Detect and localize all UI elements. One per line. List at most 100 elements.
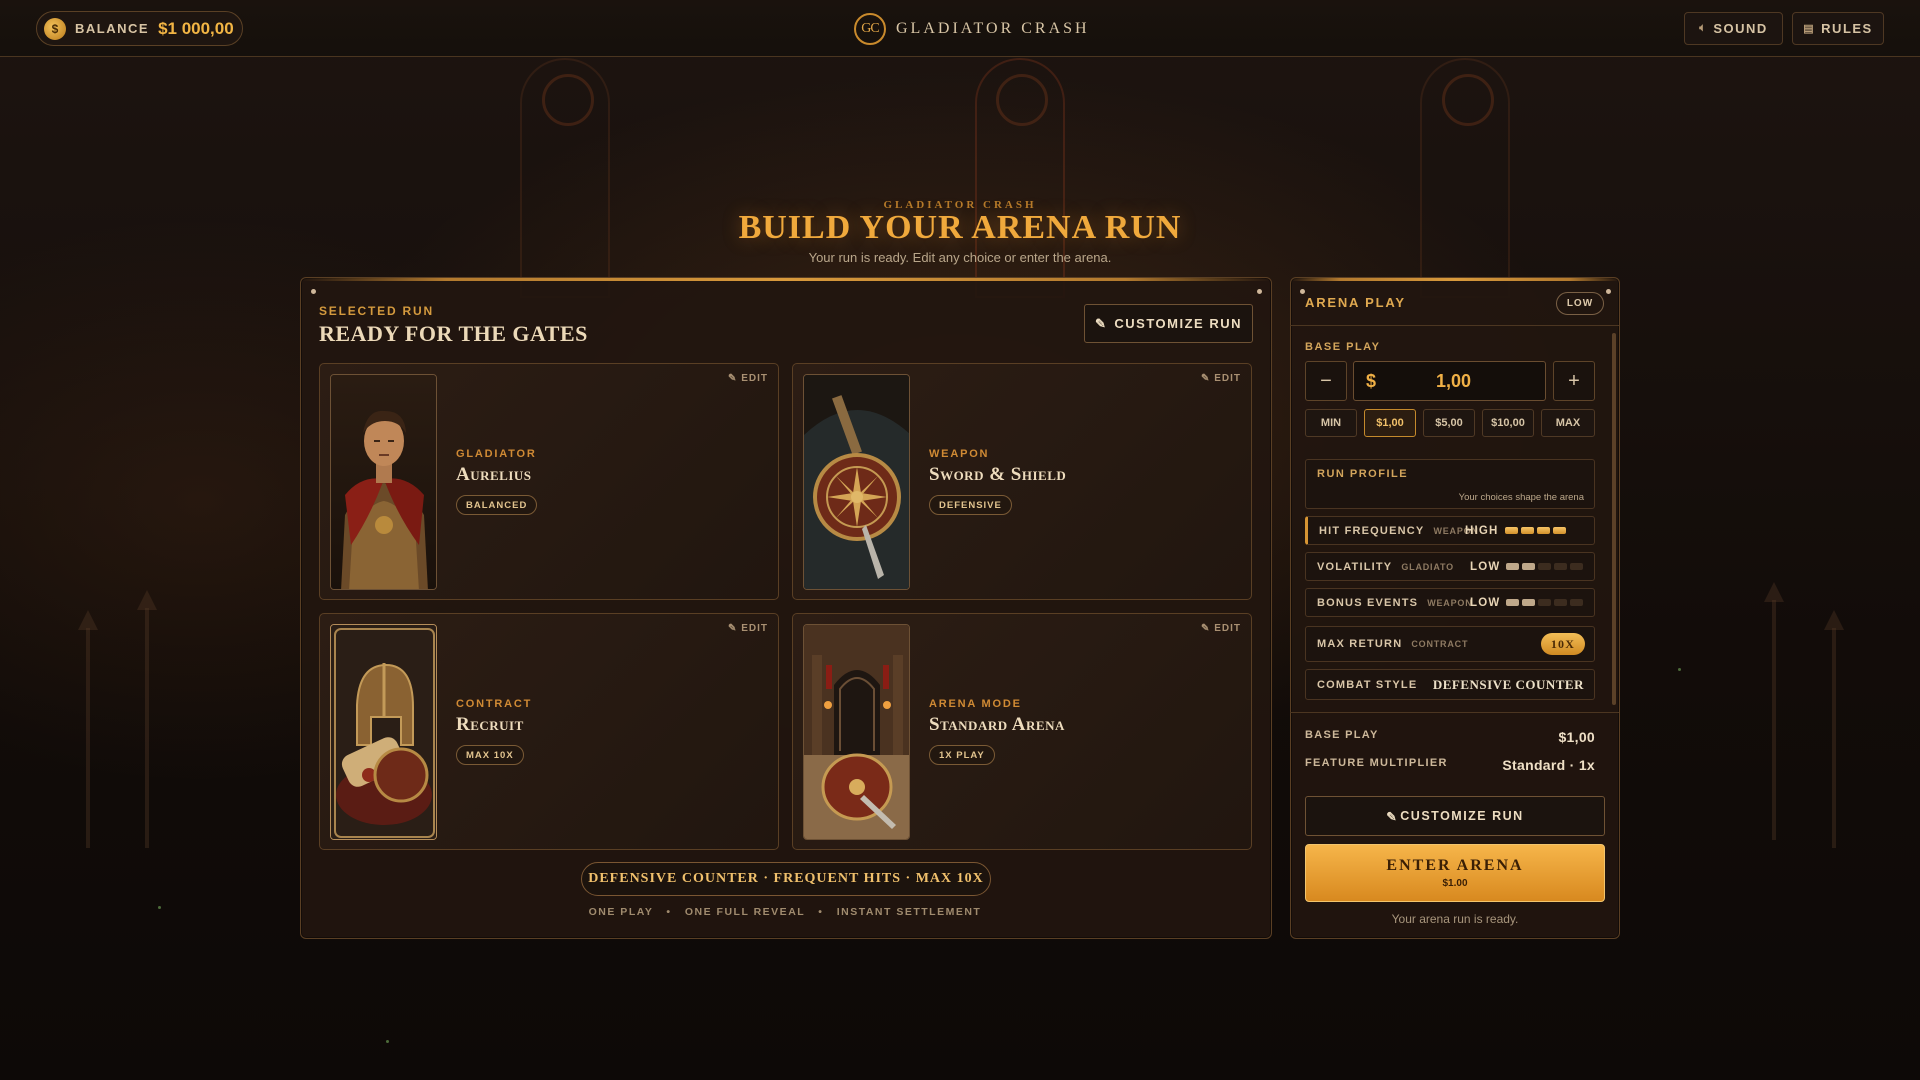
gladiator-portrait: [330, 374, 437, 590]
page-title: BUILD YOUR ARENA RUN: [738, 209, 1182, 246]
arena-image: [803, 624, 910, 840]
balance-value: $1 000,00: [158, 18, 234, 38]
customize-run-label: CUSTOMIZE RUN: [1400, 809, 1524, 823]
base-play-label: BASE PLAY: [1305, 341, 1381, 353]
bullet-separator: •: [657, 906, 681, 918]
pencil-icon: ✎: [1386, 809, 1399, 824]
customize-run-label: CUSTOMIZE RUN: [1114, 316, 1242, 331]
rules-label: RULES: [1821, 21, 1873, 36]
chip-min[interactable]: MIN: [1305, 409, 1357, 437]
stat-label: COMBAT STYLE: [1317, 678, 1418, 691]
run-profile-box: RUN PROFILE Your choices shape the arena: [1305, 459, 1595, 509]
contract-image: [330, 624, 437, 840]
currency-symbol: $: [1366, 370, 1377, 391]
stat-combat-style: COMBAT STYLE DEFENSIVE COUNTER: [1305, 669, 1595, 700]
brand: GC GLADIATOR CRASH: [854, 13, 1090, 45]
card-tag: 1X PLAY: [929, 745, 995, 765]
chip-max[interactable]: MAX: [1541, 409, 1595, 437]
card-name: Standard Arena: [929, 714, 1065, 735]
gladiator-card[interactable]: ✎ EDIT GLADIATOR Aurelius BALANCED: [319, 363, 779, 600]
base-play-row: BASE PLAY $1,00: [1305, 729, 1595, 745]
increase-button[interactable]: +: [1553, 361, 1595, 401]
footnote-item: INSTANT SETTLEMENT: [836, 906, 982, 918]
stat-level: LOW: [1470, 596, 1501, 609]
stat-meter: [1506, 599, 1583, 606]
stat-meter: [1506, 563, 1583, 570]
edit-label: EDIT: [741, 373, 768, 384]
card-name: Aurelius: [456, 464, 532, 485]
brand-logo: GC: [854, 13, 886, 45]
ready-status: Your arena run is ready.: [1391, 912, 1519, 926]
card-category: CONTRACT: [456, 698, 533, 710]
arena-mode-card[interactable]: ✎ EDIT ARENA MODE Standard Arena 1X PLAY: [792, 613, 1252, 850]
run-footnotes: ONE PLAY • ONE FULL REVEAL • INSTANT SET…: [300, 906, 1270, 918]
arena-play-title: ARENA PLAY: [1305, 295, 1406, 310]
panel-rivet: [311, 289, 316, 294]
customize-run-panel-button[interactable]: ✎ CUSTOMIZE RUN: [1305, 796, 1605, 836]
rules-button[interactable]: ▤ RULES: [1792, 12, 1884, 45]
risk-badge: LOW: [1556, 292, 1604, 315]
card-name: Recruit: [456, 714, 524, 735]
edit-button[interactable]: ✎ EDIT: [1201, 623, 1241, 634]
enter-arena-label: ENTER ARENA: [1386, 857, 1524, 874]
background-spear: [137, 590, 157, 848]
background-spark: [386, 1040, 389, 1043]
book-icon: ▤: [1803, 23, 1816, 35]
balance-display: $ BALANCE $1 000,00: [36, 11, 243, 46]
sound-button[interactable]: 🔈︎ SOUND: [1684, 12, 1783, 45]
stat-label: HIT FREQUENCY: [1319, 524, 1425, 537]
edit-button[interactable]: ✎ EDIT: [728, 373, 768, 384]
stat-source: CONTRACT: [1411, 639, 1469, 649]
sound-label: SOUND: [1713, 21, 1768, 36]
stat-bonus-events: BONUS EVENTS WEAPON LOW: [1305, 588, 1595, 617]
speaker-icon: 🔈︎: [1699, 22, 1708, 34]
edit-button[interactable]: ✎ EDIT: [1201, 373, 1241, 384]
amount-value: 1,00: [1436, 370, 1472, 391]
stat-source: WEAPON: [1427, 597, 1473, 608]
panel-rivet: [1257, 289, 1262, 294]
pencil-icon: ✎: [1201, 373, 1215, 384]
feature-multiplier-row: FEATURE MULTIPLIER Standard · 1x: [1305, 757, 1595, 773]
edit-label: EDIT: [1214, 373, 1241, 384]
background-emblem: [996, 74, 1048, 126]
stat-level: HIGH: [1465, 524, 1499, 537]
pencil-icon: ✎: [1201, 623, 1215, 634]
card-category: WEAPON: [929, 448, 990, 460]
edit-label: EDIT: [1214, 623, 1241, 634]
stat-level: LOW: [1470, 560, 1501, 573]
chip-1[interactable]: $1,00: [1364, 409, 1416, 437]
edit-button[interactable]: ✎ EDIT: [728, 623, 768, 634]
enter-arena-button[interactable]: ENTER ARENA $1.00: [1305, 844, 1605, 902]
card-name: Sword & Shield: [929, 464, 1067, 485]
stat-meter: [1505, 527, 1566, 534]
card-category: GLADIATOR: [456, 448, 537, 460]
customize-run-button[interactable]: ✎ CUSTOMIZE RUN: [1084, 304, 1253, 343]
background-emblem: [542, 74, 594, 126]
pencil-icon: ✎: [728, 623, 742, 634]
decrease-button[interactable]: −: [1305, 361, 1347, 401]
row-label: BASE PLAY: [1305, 729, 1379, 741]
contract-card[interactable]: ✎ EDIT CONTRACT Recruit MAX 10X: [319, 613, 779, 850]
weapon-card[interactable]: ✎ EDIT WEAPON Sword & Shield DEFENSIVE: [792, 363, 1252, 600]
background-spark: [158, 906, 161, 909]
row-value: $1,00: [1558, 729, 1595, 745]
amount-input[interactable]: $ 1,00: [1353, 361, 1546, 401]
panel-rivet: [1300, 289, 1305, 294]
balance-label: BALANCE: [75, 21, 150, 36]
pencil-icon: ✎: [1094, 315, 1108, 331]
selected-run-eyebrow: SELECTED RUN: [319, 304, 434, 318]
panel-scrollbar[interactable]: [1612, 333, 1616, 705]
chip-5[interactable]: $5,00: [1423, 409, 1475, 437]
row-value: Standard · 1x: [1502, 757, 1595, 773]
card-tag: BALANCED: [456, 495, 538, 515]
background-spark: [1678, 668, 1681, 671]
background-spear: [1764, 582, 1784, 840]
chip-10[interactable]: $10,00: [1482, 409, 1534, 437]
run-profile-title: RUN PROFILE: [1317, 468, 1409, 480]
stat-source: GLADIATOR: [1401, 561, 1454, 572]
row-label: FEATURE MULTIPLIER: [1305, 757, 1448, 769]
panel-rivet: [1606, 289, 1611, 294]
weapon-image: [803, 374, 910, 590]
footnote-item: ONE FULL REVEAL: [684, 906, 805, 918]
background-spear: [1824, 610, 1844, 848]
